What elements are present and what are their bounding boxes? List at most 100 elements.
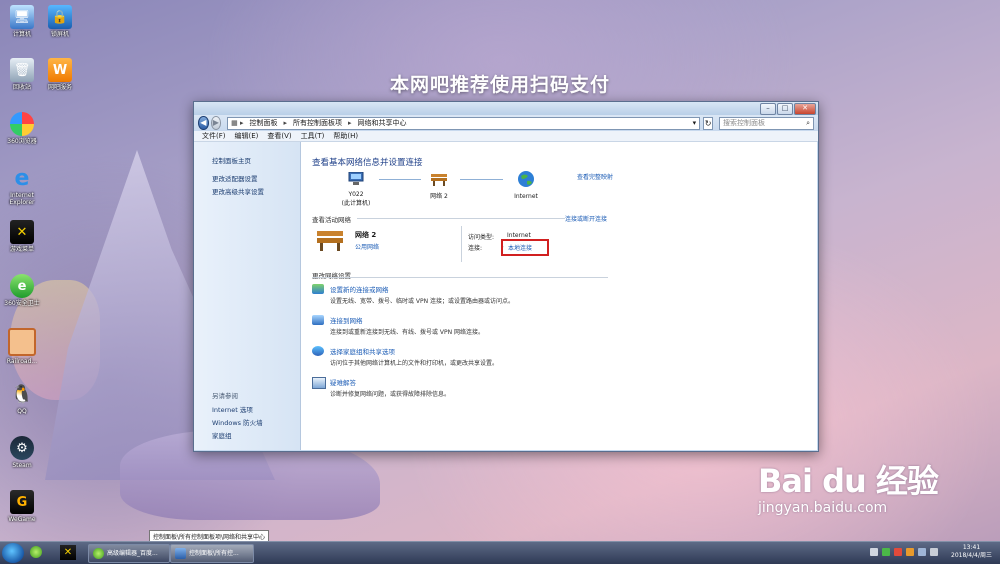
full-map-link[interactable]: 查看完整映射 (577, 172, 613, 181)
node-internet[interactable]: Internet (508, 170, 544, 200)
search-icon[interactable]: ⌕ (806, 119, 810, 128)
divider (312, 277, 608, 278)
forward-button[interactable]: ▶ (210, 116, 222, 130)
desktop-icon-lock[interactable]: 🔒 锁屏机 (38, 5, 82, 38)
taskbar-button-control-panel[interactable]: 控制面板\所有控... (170, 544, 254, 563)
task-description: 诊断并修复网络问题，或获得故障排除信息。 (330, 391, 451, 398)
wegame-icon: G (10, 490, 34, 514)
menu-file[interactable]: 文件(F) (202, 131, 226, 141)
connect-network-icon (312, 315, 324, 325)
task-title[interactable]: 设置新的连接或网络 (330, 284, 389, 294)
game-menu-icon: ✕ (10, 220, 34, 244)
desktop-icon-steam[interactable]: ⚙ Steam (0, 436, 44, 469)
menu-view[interactable]: 查看(V) (267, 131, 291, 141)
system-tray (866, 548, 938, 556)
node-network[interactable]: 网络 2 (421, 172, 457, 200)
desktop-icon-wegame[interactable]: G WeGame (0, 490, 44, 523)
task-title[interactable]: 选择家庭组和共享选项 (330, 346, 395, 356)
tray-arrow-icon[interactable] (870, 548, 878, 556)
bench-icon (317, 231, 343, 251)
minimize-button[interactable]: – (760, 103, 776, 115)
see-also-title: 另请参阅 (212, 392, 238, 400)
tray-360-icon[interactable] (882, 548, 890, 556)
sidebar-link-home[interactable]: 控制面板主页 (212, 155, 251, 165)
qq-penguin-icon: 🐧 (10, 383, 34, 405)
network-sharing-center-window[interactable]: – □ ✕ ◀ ▶ ▦ ▸ 控制面板 ▸ 所有控制面板项 ▸ 网络和共享中心 ▾… (193, 101, 819, 452)
lock-icon: 🔒 (48, 5, 72, 29)
refresh-button[interactable]: ↻ (703, 116, 713, 130)
close-button[interactable]: ✕ (794, 103, 816, 115)
access-type-label: 访问类型: (468, 234, 495, 241)
connector-line (379, 179, 421, 180)
task-title[interactable]: 疑难解答 (330, 377, 356, 387)
connect-disconnect-link[interactable]: 连接或断开连接 (565, 214, 607, 223)
start-button[interactable] (2, 543, 24, 563)
maximize-button[interactable]: □ (777, 103, 793, 115)
dropdown-arrow-icon[interactable]: ▾ (693, 119, 697, 127)
search-input[interactable]: 搜索控制面板 ⌕ (718, 116, 814, 130)
divider (357, 218, 565, 219)
see-also-homegroup[interactable]: 家庭组 (212, 430, 232, 440)
desktop-icon-netbar-service[interactable]: W 网吧服务 (38, 58, 82, 91)
connector-line (460, 179, 503, 180)
network-type-link[interactable]: 公用网络 (355, 242, 379, 251)
chevron-right-icon: ▸ (348, 119, 352, 127)
browser-icon (93, 548, 104, 559)
address-bar[interactable]: ▦ ▸ 控制面板 ▸ 所有控制面板项 ▸ 网络和共享中心 ▾ (227, 116, 701, 130)
desktop-icon-360-security[interactable]: e 360安全卫士 (0, 274, 44, 307)
volume-icon[interactable] (930, 548, 938, 556)
menu-edit[interactable]: 编辑(E) (235, 131, 259, 141)
breadcrumb-all-items[interactable]: 所有控制面板项 (293, 118, 342, 128)
breadcrumb-network-center[interactable]: 网络和共享中心 (358, 118, 407, 128)
network-name: 网络 2 (355, 231, 377, 239)
sidebar-link-advanced-sharing[interactable]: 更改高级共享设置 (212, 186, 264, 196)
desktop-icon-railroad[interactable]: Railroad... (0, 328, 44, 365)
connection-label: 连接: (468, 245, 483, 252)
task-title[interactable]: 连接到网络 (330, 315, 363, 325)
task-description: 访问位于其他网络计算机上的文件和打印机，或更改共享设置。 (330, 360, 499, 367)
w-logo-icon: W (48, 58, 72, 82)
see-also-internet-options[interactable]: Internet 选项 (212, 404, 253, 414)
task-pane: 控制面板主页 更改适配器设置 更改高级共享设置 另请参阅 Internet 选项… (194, 142, 301, 450)
railroad-icon (8, 328, 36, 356)
globe-icon (518, 171, 534, 187)
page-title: 查看基本网络信息并设置连接 (312, 158, 423, 168)
desktop-icon-ie[interactable]: e Internet Explorer (0, 166, 44, 207)
tray-app-icon[interactable] (906, 548, 914, 556)
search-placeholder: 搜索控制面板 (722, 119, 765, 127)
computer-icon: 🖥 (10, 5, 34, 29)
computer-icon (348, 171, 364, 185)
clock[interactable]: 13:41 2018/4/4/周三 (951, 544, 992, 560)
window-caption[interactable]: – □ ✕ (194, 102, 818, 115)
main-content: 查看基本网络信息并设置连接 查看完整映射 Y022 (此计算机) 网络 2 In… (301, 142, 817, 450)
back-button[interactable]: ◀ (198, 116, 209, 130)
menu-help[interactable]: 帮助(H) (333, 131, 358, 141)
tray-app-icon[interactable] (894, 548, 902, 556)
sidebar-link-adapter[interactable]: 更改适配器设置 (212, 173, 258, 183)
quick-launch-icon[interactable] (30, 546, 42, 558)
vertical-divider (461, 226, 462, 262)
highlight-box (501, 239, 549, 256)
desktop-icon-qq[interactable]: 🐧 QQ (0, 382, 44, 416)
navigation-bar: ◀ ▶ ▦ ▸ 控制面板 ▸ 所有控制面板项 ▸ 网络和共享中心 ▾ ↻ 搜索控… (194, 115, 818, 131)
menu-tools[interactable]: 工具(T) (301, 131, 325, 141)
recycle-bin-icon: 🗑 (10, 58, 34, 82)
taskbar-button-browser[interactable]: 高级编辑器_百度... (88, 544, 170, 563)
steam-icon: ⚙ (10, 436, 34, 460)
network-icon[interactable] (918, 548, 926, 556)
taskbar: ✕ 高级编辑器_百度... 控制面板\所有控... 13:41 2018/4/4… (0, 541, 1000, 564)
desktop-icon-game-menu[interactable]: ✕ 游戏菜单 (0, 220, 44, 253)
360-security-icon: e (10, 274, 34, 298)
control-panel-icon: ▦ ▸ (231, 119, 244, 127)
desktop-icon-360-browser[interactable]: 360浏览器 (0, 112, 44, 145)
bench-icon (431, 174, 447, 186)
game-menu-icon[interactable]: ✕ (60, 545, 76, 560)
control-panel-icon (175, 548, 186, 559)
node-this-computer[interactable]: Y022 (此计算机) (336, 171, 376, 207)
active-networks-title: 查看活动网络 (312, 216, 351, 224)
task-description: 连接到或重新连接到无线、有线、拨号或 VPN 网络连接。 (330, 329, 485, 336)
access-type-value: Internet (507, 232, 531, 239)
breadcrumb-control-panel[interactable]: 控制面板 (249, 118, 277, 128)
see-also-firewall[interactable]: Windows 防火墙 (212, 417, 263, 427)
chevron-right-icon: ▸ (283, 119, 287, 127)
